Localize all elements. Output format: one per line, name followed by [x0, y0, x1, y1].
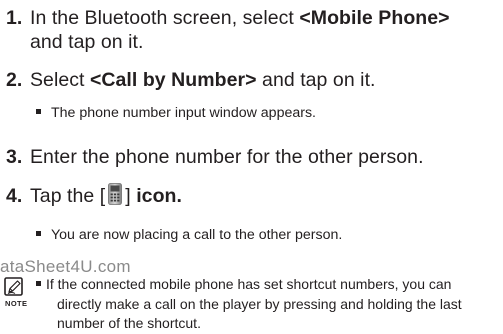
note-pencil-icon	[4, 277, 24, 297]
step-text-after: and tap on it.	[256, 69, 376, 91]
bullet-square-icon	[36, 109, 41, 114]
note-line-3: number of the shortcut.	[57, 315, 201, 331]
step-3: 3. Enter the phone number for the other p…	[6, 145, 424, 169]
step-2-bullet: The phone number input window appears.	[36, 104, 316, 122]
step-text: Enter the phone number for the other per…	[30, 146, 424, 168]
note-line-1: If the connected mobile phone has set sh…	[46, 276, 452, 292]
step-4-bullet: You are now placing a call to the other …	[36, 226, 342, 244]
phone-keypad-icon	[108, 183, 123, 211]
bullet-text: You are now placing a call to the other …	[51, 227, 343, 243]
step-bold-text: icon.	[136, 185, 182, 207]
step-number: 1.	[6, 7, 23, 29]
step-text-after: ]	[125, 185, 137, 207]
watermark: ataSheet4U.com	[0, 257, 131, 276]
step-2: 2. Select <Call by Number> and tap on it.	[6, 68, 376, 92]
step-continuation: and tap on it.	[30, 31, 144, 53]
step-1: 1. In the Bluetooth screen, select <Mobil…	[6, 6, 450, 54]
step-text: In the Bluetooth screen, select	[30, 7, 300, 29]
step-number: 2.	[6, 69, 23, 91]
note-text: If the connected mobile phone has set sh…	[36, 275, 498, 334]
bullet-text: The phone number input window appears.	[51, 105, 317, 121]
step-text: Tap the [	[30, 185, 106, 207]
bullet-square-icon	[36, 231, 41, 236]
step-text: Select	[30, 69, 90, 91]
note-label: NOTE	[5, 299, 28, 308]
step-number: 3.	[6, 146, 23, 168]
step-4: 4. Tap the [ ] icon.	[6, 183, 182, 211]
step-bold-text: <Mobile Phone>	[299, 7, 450, 29]
step-bold-text: <Call by Number>	[89, 69, 257, 91]
step-number: 4.	[6, 185, 23, 207]
bullet-square-icon	[36, 281, 41, 286]
note-line-2: directly make a call on the player by pr…	[57, 295, 462, 312]
